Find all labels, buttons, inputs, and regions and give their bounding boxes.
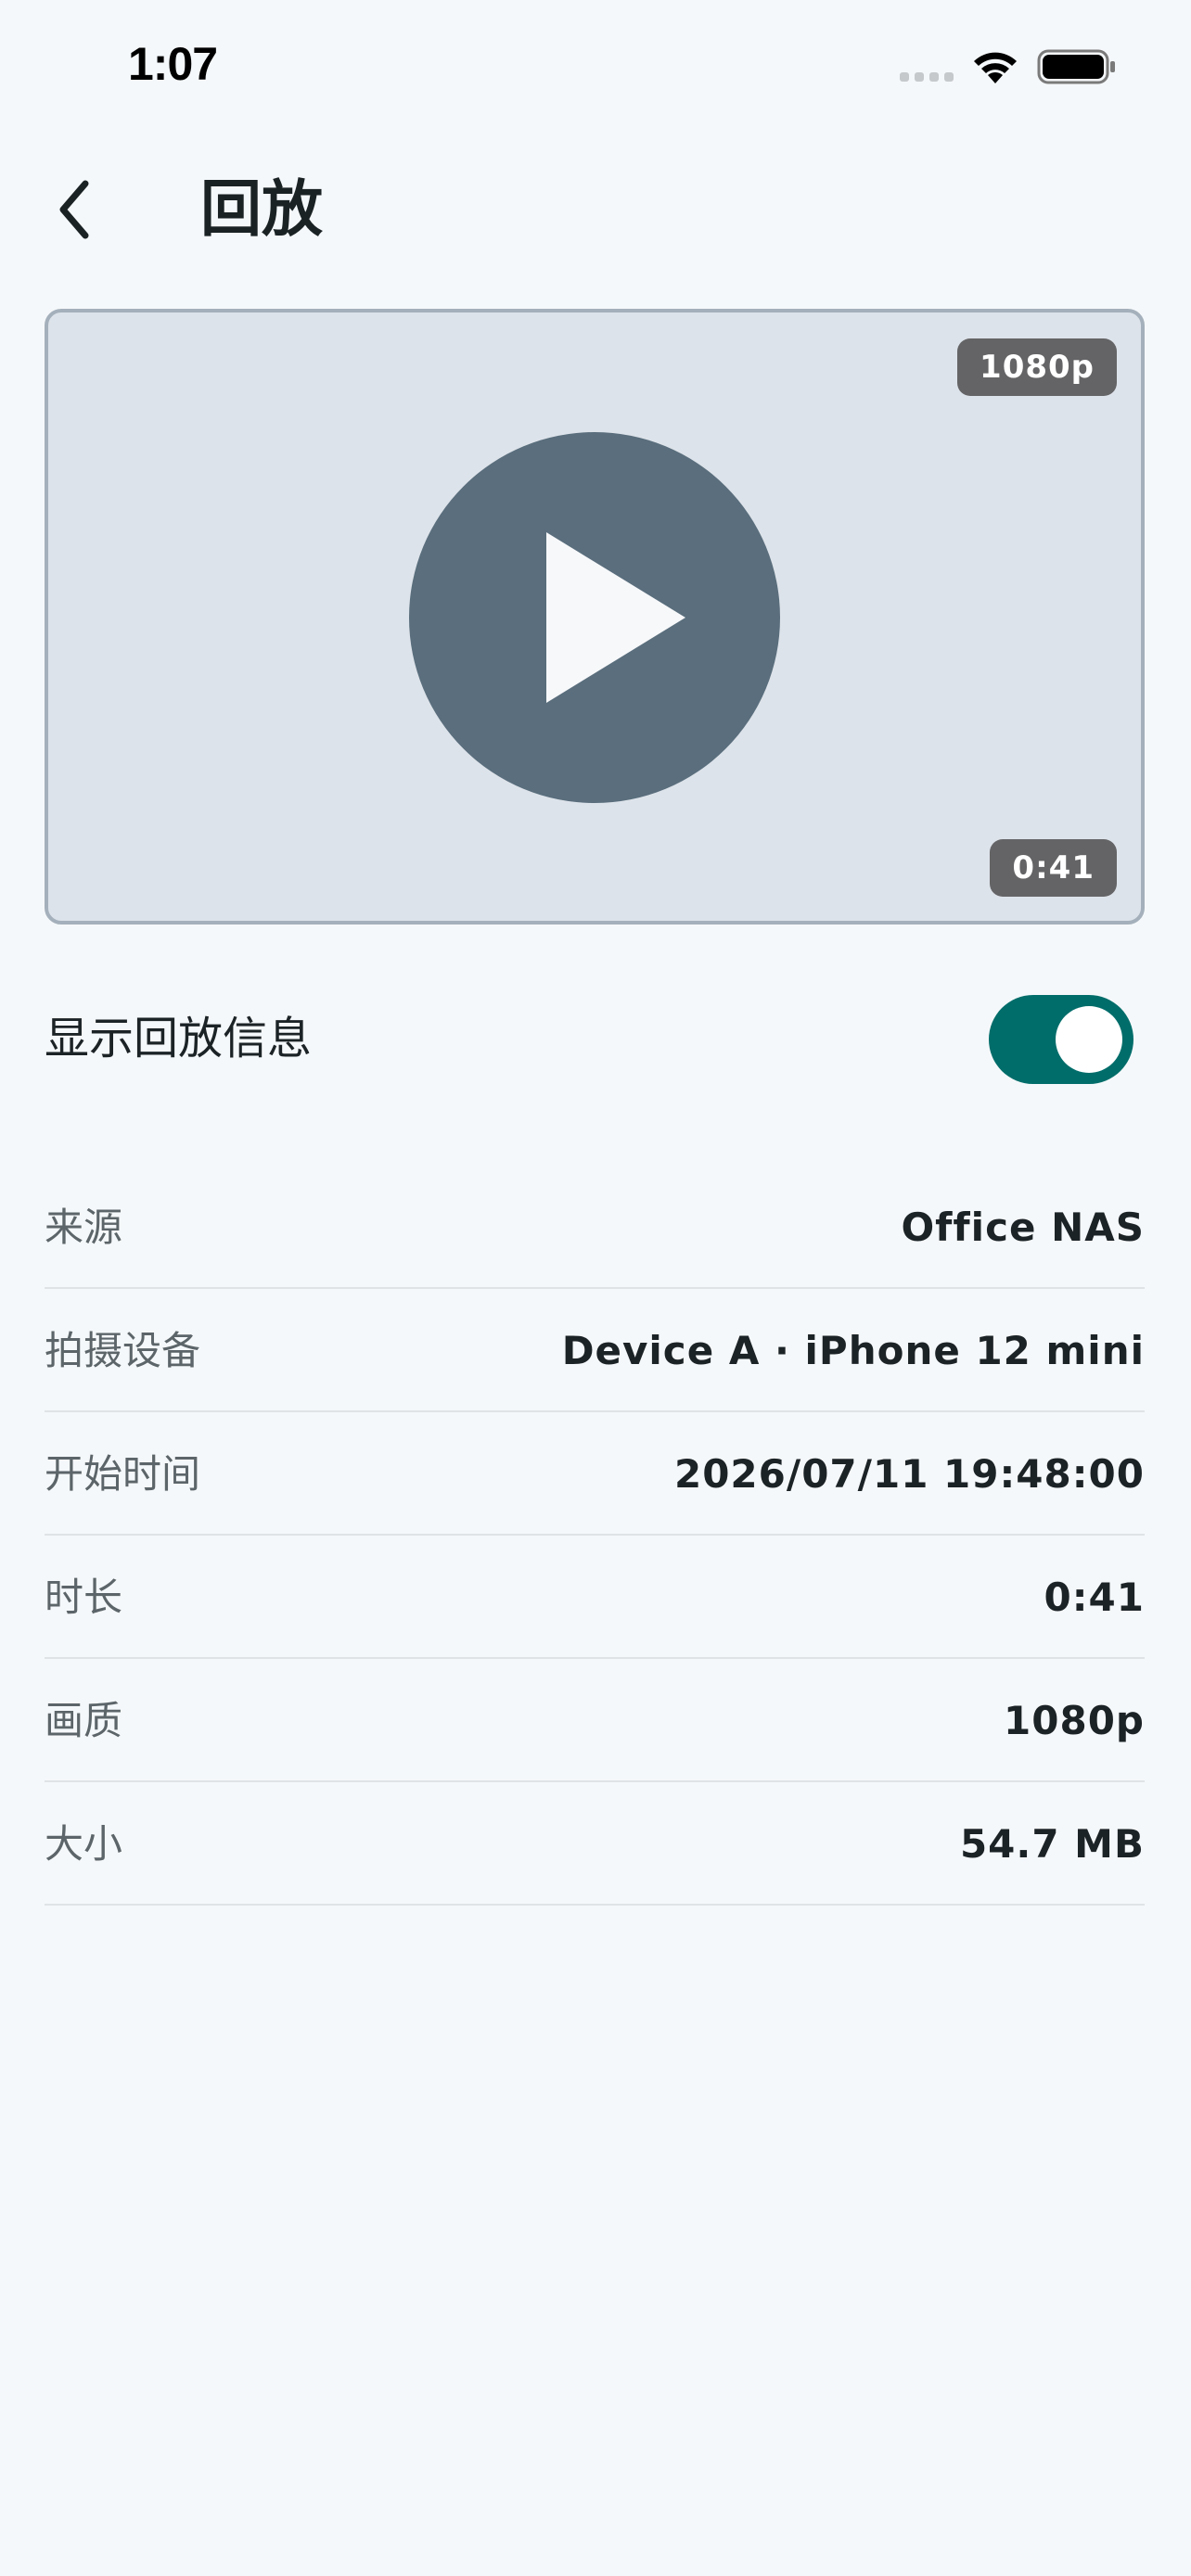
video-player[interactable]: 1080p 0:41	[45, 309, 1145, 925]
quality-badge: 1080p	[957, 338, 1117, 396]
info-label: 拍摄设备	[45, 1328, 201, 1373]
info-value: 1080p	[1004, 1698, 1145, 1743]
show-playback-info-row: 显示回放信息	[45, 983, 1145, 1094]
page-title: 回放	[200, 173, 323, 245]
info-value: 54.7 MB	[959, 1821, 1145, 1867]
info-row-device: 拍摄设备 Device A · iPhone 12 mini	[45, 1289, 1145, 1412]
info-label: 时长	[45, 1575, 123, 1620]
toggle-label: 显示回放信息	[45, 1013, 313, 1065]
play-button[interactable]	[409, 432, 780, 803]
wifi-icon	[974, 52, 1017, 83]
info-list: 来源 Office NAS 拍摄设备 Device A · iPhone 12 …	[45, 1166, 1145, 1906]
status-bar: 1:07	[0, 0, 1191, 130]
toggle-knob	[1056, 1006, 1122, 1073]
battery-icon	[1037, 49, 1115, 84]
info-value: Office NAS	[901, 1205, 1145, 1250]
info-row-quality: 画质 1080p	[45, 1659, 1145, 1782]
info-value: Device A · iPhone 12 mini	[561, 1328, 1145, 1373]
status-time: 1:07	[128, 38, 218, 90]
info-label: 来源	[45, 1205, 123, 1250]
info-value: 0:41	[1044, 1575, 1145, 1620]
info-label: 画质	[45, 1698, 123, 1743]
info-row-size: 大小 54.7 MB	[45, 1782, 1145, 1906]
info-label: 开始时间	[45, 1451, 201, 1497]
back-button[interactable]	[46, 172, 111, 247]
duration-badge: 0:41	[990, 839, 1117, 897]
info-row-source: 来源 Office NAS	[45, 1166, 1145, 1289]
info-row-start-time: 开始时间 2026/07/11 19:48:00	[45, 1412, 1145, 1536]
show-playback-info-toggle[interactable]	[989, 995, 1133, 1084]
info-row-duration: 时长 0:41	[45, 1536, 1145, 1659]
chevron-left-icon	[59, 180, 89, 239]
info-label: 大小	[45, 1821, 123, 1867]
header: 回放	[0, 139, 1191, 278]
cellular-signal-icon	[900, 72, 957, 83]
info-value: 2026/07/11 19:48:00	[673, 1451, 1145, 1497]
play-icon	[546, 532, 685, 703]
